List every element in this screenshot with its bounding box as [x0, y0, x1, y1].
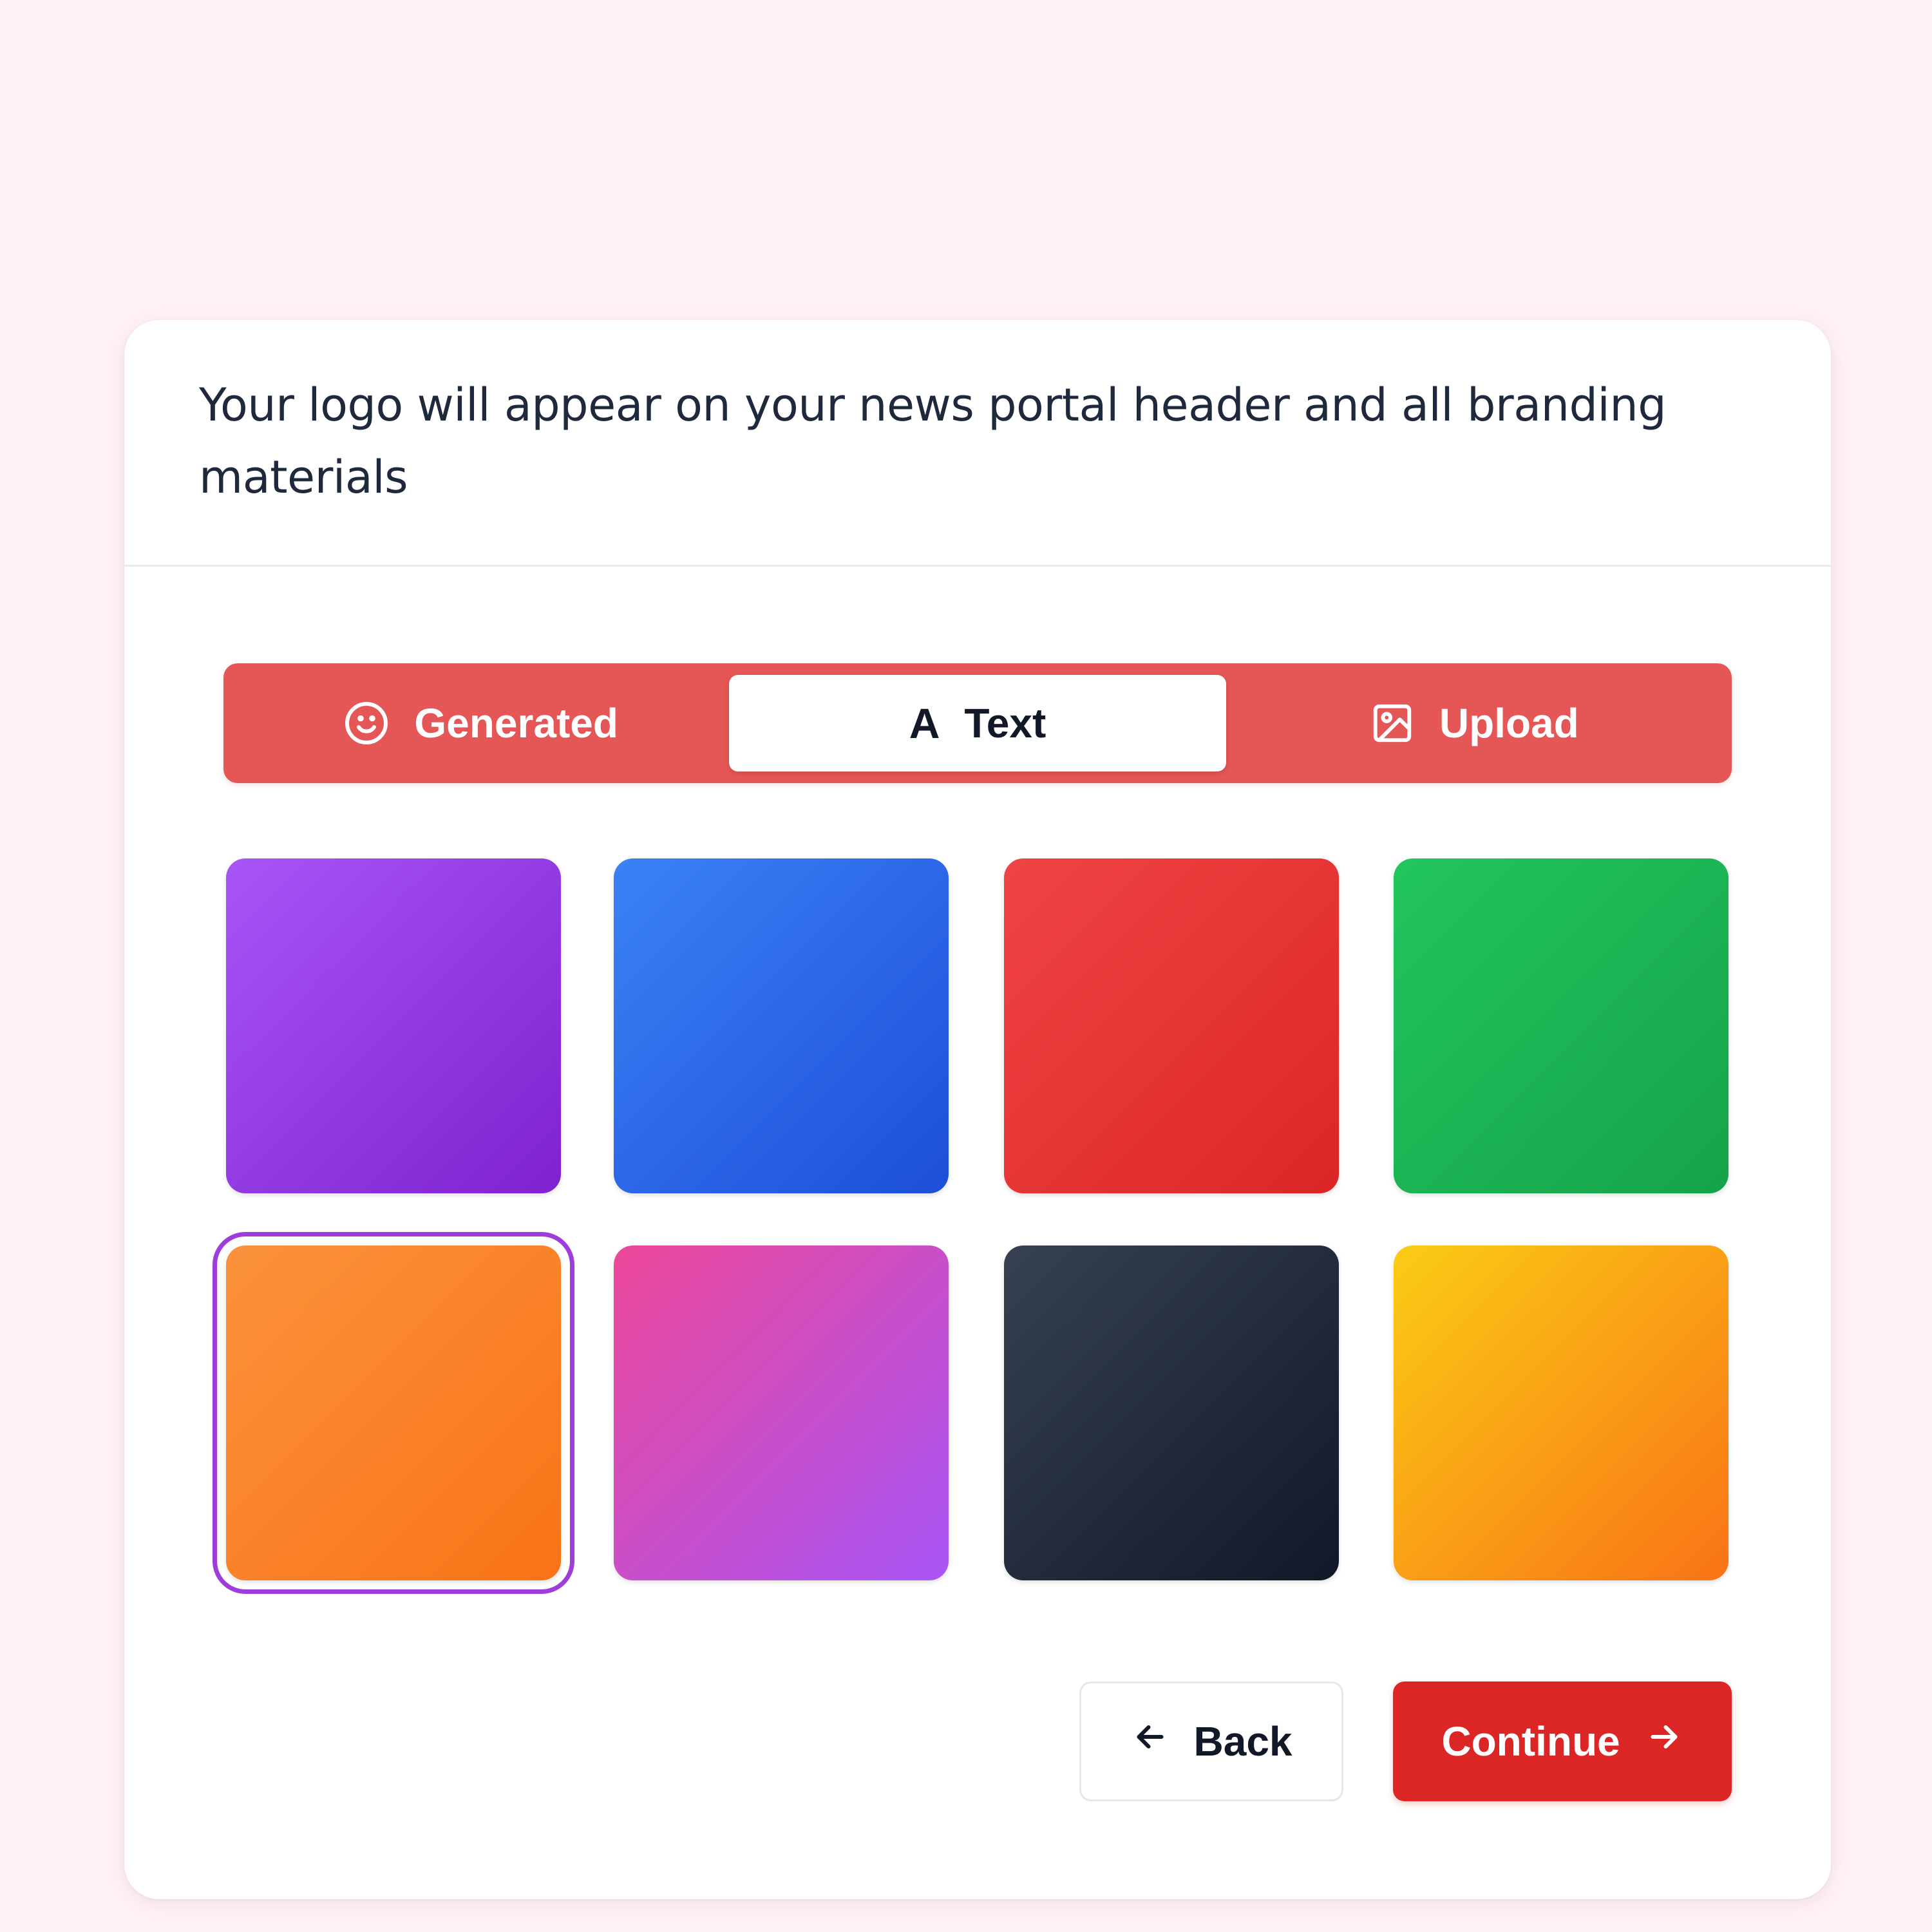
color-swatch-orange[interactable] [213, 1232, 574, 1594]
tab-text-label: Text [964, 700, 1046, 746]
continue-button[interactable]: Continue [1393, 1681, 1732, 1801]
tab-upload[interactable]: Upload [1226, 675, 1723, 772]
back-button-label: Back [1193, 1718, 1293, 1765]
tab-upload-label: Upload [1439, 700, 1579, 746]
tab-generated-label: Generated [414, 700, 618, 746]
color-swatch-green[interactable] [1394, 858, 1728, 1193]
continue-button-label: Continue [1441, 1718, 1620, 1765]
color-swatch-dark[interactable] [1004, 1245, 1339, 1580]
arrow-right-icon [1645, 1718, 1683, 1766]
color-swatch-red[interactable] [1004, 858, 1339, 1193]
tab-text[interactable]: A Text [729, 675, 1226, 772]
logo-type-tabs: Generated A Text Upload [223, 663, 1732, 783]
description-text: Your logo will appear on your news porta… [199, 379, 1667, 504]
color-swatch-pink[interactable] [614, 1245, 949, 1580]
arrow-left-icon [1131, 1718, 1170, 1766]
logo-setup-card: Your logo will appear on your news porta… [124, 320, 1831, 1899]
smile-icon [343, 700, 390, 746]
back-button[interactable]: Back [1079, 1681, 1343, 1801]
color-swatch-blue[interactable] [614, 858, 949, 1193]
color-swatch-purple[interactable] [226, 858, 561, 1193]
color-swatch-yellow[interactable] [1394, 1245, 1728, 1580]
tab-generated[interactable]: Generated [232, 675, 729, 772]
letter-a-icon: A [909, 699, 940, 747]
card-header: Your logo will appear on your news porta… [124, 320, 1831, 567]
image-icon [1370, 701, 1415, 746]
